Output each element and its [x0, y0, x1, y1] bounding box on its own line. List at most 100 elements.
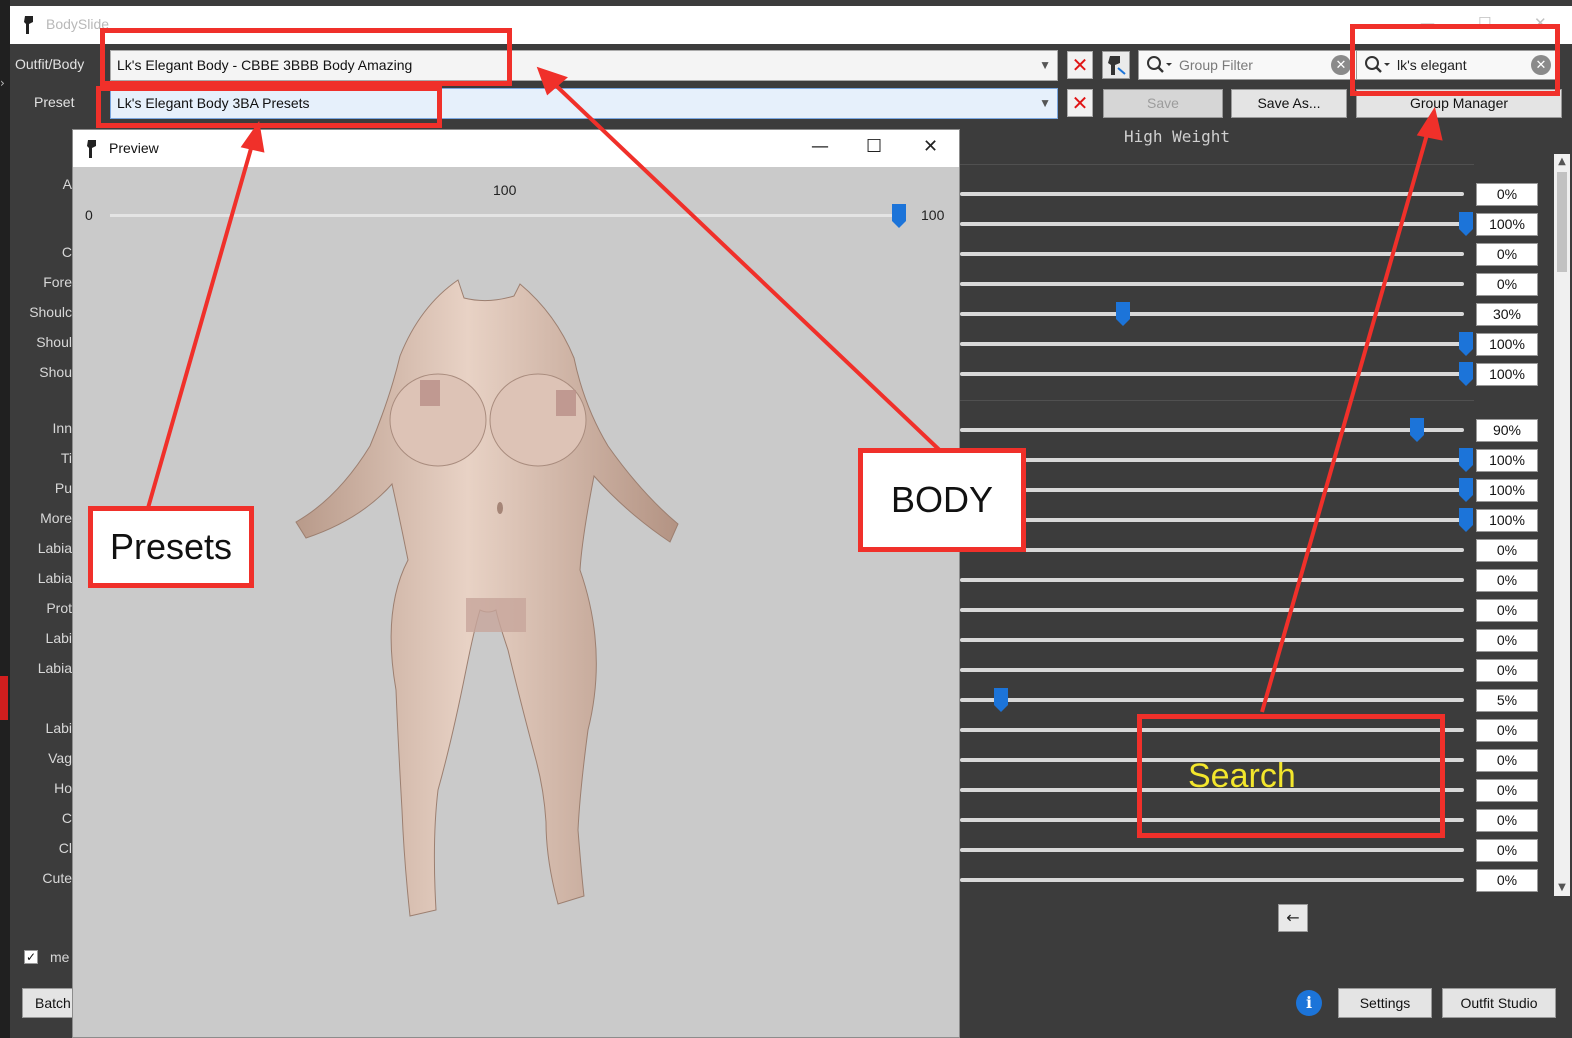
slider-track[interactable]	[960, 638, 1464, 642]
slider-row[interactable]: 0%	[960, 596, 1538, 626]
slider-value-field[interactable]: 0%	[1476, 599, 1538, 622]
slider-value-field[interactable]: 100%	[1476, 509, 1538, 532]
slider-track[interactable]	[960, 878, 1464, 882]
slider-value-field[interactable]: 0%	[1476, 719, 1538, 742]
slider-value-field[interactable]: 0%	[1476, 749, 1538, 772]
close-icon[interactable]: ✕	[1534, 14, 1547, 32]
slider-track[interactable]	[960, 698, 1464, 702]
slider-value-field[interactable]: 0%	[1476, 869, 1538, 892]
slider-row[interactable]: 0%	[960, 240, 1538, 270]
clear-filter-icon[interactable]: ✕	[1331, 55, 1351, 75]
clear-outfit-button[interactable]: ✕	[1067, 51, 1093, 79]
slider-thumb[interactable]	[1459, 478, 1473, 502]
slider-scrollbar[interactable]: ▲ ▼	[1554, 154, 1570, 896]
slider-row[interactable]: 0%	[960, 270, 1538, 300]
slider-track[interactable]	[960, 312, 1464, 316]
outfit-studio-button[interactable]: Outfit Studio	[1442, 988, 1556, 1018]
slider-thumb[interactable]	[1459, 508, 1473, 532]
slider-value-field[interactable]: 0%	[1476, 659, 1538, 682]
clear-search-icon[interactable]: ✕	[1531, 55, 1551, 75]
slider-value-field[interactable]: 0%	[1476, 839, 1538, 862]
slider-row[interactable]: 100%	[960, 360, 1538, 390]
slider-row[interactable]: 100%	[960, 476, 1538, 506]
slider-track[interactable]	[960, 488, 1464, 492]
slider-value-field[interactable]: 0%	[1476, 539, 1538, 562]
outfit-search-input[interactable]: lk's elegant ✕	[1356, 50, 1558, 80]
minimize-icon[interactable]: —	[1420, 14, 1435, 32]
slider-track[interactable]	[960, 428, 1464, 432]
checkbox[interactable]: ✓	[24, 950, 38, 964]
slider-value-field[interactable]: 0%	[1476, 243, 1538, 266]
slider-row[interactable]: 100%	[960, 506, 1538, 536]
save-button[interactable]: Save	[1103, 89, 1223, 118]
slider-track[interactable]	[960, 758, 1464, 762]
outfit-body-select[interactable]: Lk's Elegant Body - CBBE 3BBB Body Amazi…	[110, 50, 1058, 81]
slider-value-field[interactable]: 0%	[1476, 809, 1538, 832]
slider-track[interactable]	[960, 372, 1464, 376]
slider-value-field[interactable]: 100%	[1476, 213, 1538, 236]
slider-thumb[interactable]	[1459, 212, 1473, 236]
preview-weight-thumb[interactable]	[892, 204, 906, 228]
slider-track[interactable]	[960, 458, 1464, 462]
maximize-icon[interactable]: ☐	[866, 136, 882, 157]
minimize-icon[interactable]: —	[811, 136, 829, 157]
slider-row[interactable]: 90%	[960, 416, 1538, 446]
slider-row[interactable]: 0%	[960, 626, 1538, 656]
chevron-right-icon[interactable]: ›	[0, 76, 5, 90]
slider-row[interactable]: 0%	[960, 536, 1538, 566]
slider-track[interactable]	[960, 282, 1464, 286]
scroll-up-icon[interactable]: ▲	[1556, 156, 1568, 168]
scrollbar-thumb[interactable]	[1557, 172, 1567, 272]
slider-row[interactable]: 0%	[960, 716, 1538, 746]
close-icon[interactable]: ✕	[923, 136, 938, 157]
preset-select[interactable]: Lk's Elegant Body 3BA Presets ▼	[110, 88, 1058, 119]
slider-value-field[interactable]: 100%	[1476, 333, 1538, 356]
slider-row[interactable]: 0%	[960, 866, 1538, 896]
slider-thumb[interactable]	[1459, 362, 1473, 386]
slider-value-field[interactable]: 0%	[1476, 569, 1538, 592]
slider-track[interactable]	[960, 548, 1464, 552]
slider-value-field[interactable]: 90%	[1476, 419, 1538, 442]
group-filter-search[interactable]: Group Filter ✕	[1138, 50, 1358, 80]
slider-row[interactable]: 0%	[960, 566, 1538, 596]
slider-value-field[interactable]: 0%	[1476, 629, 1538, 652]
slider-value-field[interactable]: 5%	[1476, 689, 1538, 712]
slider-thumb[interactable]	[993, 688, 1008, 712]
slider-track[interactable]	[960, 668, 1464, 672]
slider-track[interactable]	[960, 848, 1464, 852]
slider-thumb[interactable]	[1116, 302, 1130, 326]
slider-value-field[interactable]: 100%	[1476, 449, 1538, 472]
settings-button[interactable]: Settings	[1338, 988, 1432, 1018]
slider-track[interactable]	[960, 728, 1464, 732]
slider-track[interactable]	[960, 518, 1464, 522]
slider-track[interactable]	[960, 608, 1464, 612]
preview-weight-slider[interactable]	[110, 214, 894, 217]
slider-track[interactable]	[960, 342, 1464, 346]
slider-track[interactable]	[960, 578, 1464, 582]
slider-value-field[interactable]: 0%	[1476, 779, 1538, 802]
slider-value-field[interactable]: 100%	[1476, 363, 1538, 386]
slider-value-field[interactable]: 0%	[1476, 183, 1538, 206]
slider-track[interactable]	[960, 252, 1464, 256]
slider-thumb[interactable]	[1410, 418, 1424, 442]
body-mesh-preview[interactable]	[288, 270, 688, 920]
slider-row[interactable]: 0%	[960, 806, 1538, 836]
slider-row[interactable]: 0%	[960, 776, 1538, 806]
slider-track[interactable]	[960, 788, 1464, 792]
slider-value-field[interactable]: 100%	[1476, 479, 1538, 502]
slider-track[interactable]	[960, 192, 1464, 196]
slider-track[interactable]	[960, 818, 1464, 822]
scroll-down-icon[interactable]: ▼	[1556, 882, 1568, 894]
slider-row[interactable]: 100%	[960, 330, 1538, 360]
slider-value-field[interactable]: 30%	[1476, 303, 1538, 326]
slider-row[interactable]: 0%	[960, 656, 1538, 686]
slider-row[interactable]: 0%	[960, 836, 1538, 866]
outfit-picker-button[interactable]	[1102, 51, 1130, 79]
maximize-icon[interactable]: ☐	[1478, 14, 1491, 32]
slider-thumb[interactable]	[1459, 448, 1473, 472]
slider-row[interactable]: 0%	[960, 746, 1538, 776]
back-arrow-button[interactable]: ←	[1278, 904, 1308, 932]
info-icon[interactable]: i	[1296, 990, 1322, 1016]
slider-value-field[interactable]: 0%	[1476, 273, 1538, 296]
slider-row[interactable]: 30%	[960, 300, 1538, 330]
